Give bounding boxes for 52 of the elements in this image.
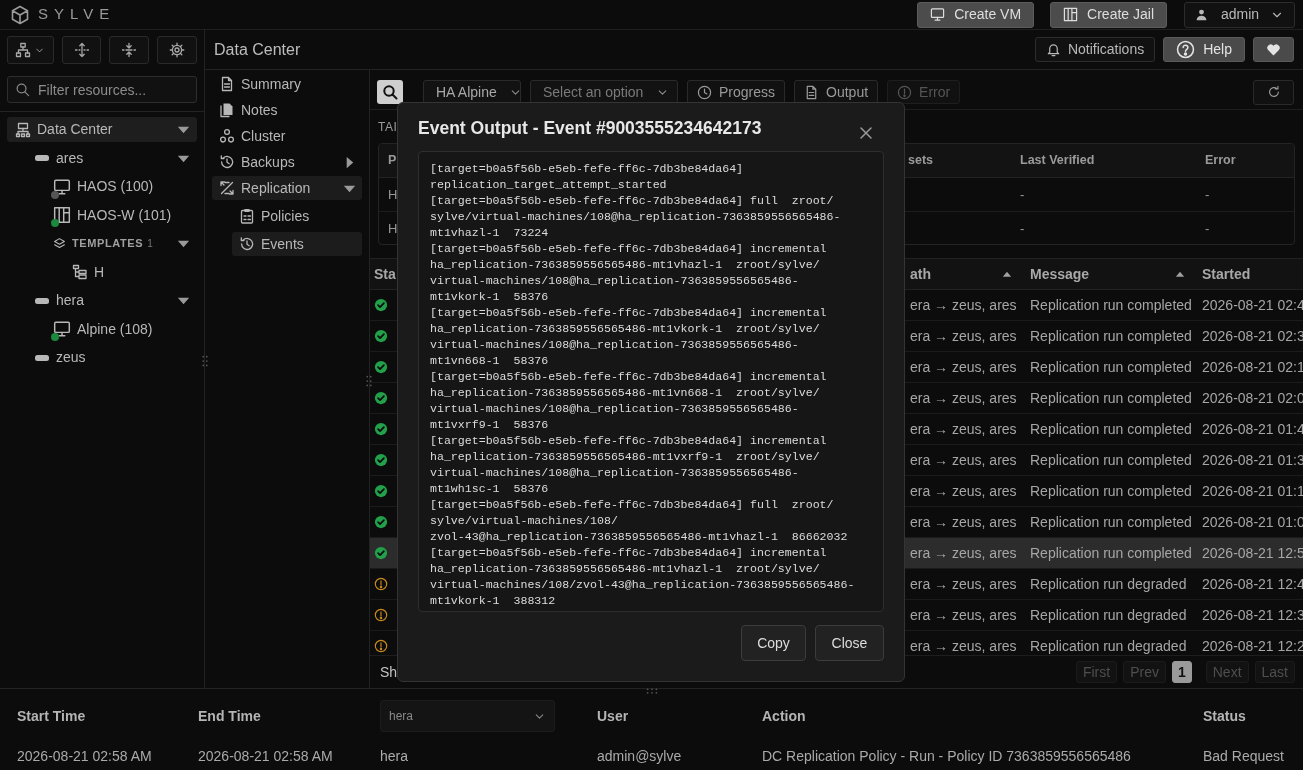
table-cell-text: era → zeus, ares [910, 512, 1017, 532]
column-header: Error [1205, 153, 1236, 168]
modal-title: Event Output - Event #9003555234642173 [418, 117, 762, 140]
table-cell: H [388, 186, 398, 202]
table-cell-text: Replication run completed [1030, 512, 1192, 532]
table-cell-text: era → zeus, ares [910, 388, 1017, 408]
section-label: TAI [378, 120, 398, 134]
table-cell: - [1205, 186, 1210, 202]
table-cell: 2026-08-21 02:58 AM [17, 747, 152, 764]
table-cell-text: Replication run completed [1030, 419, 1192, 439]
table-cell-text: Replication run completed [1030, 326, 1192, 346]
table-cell-text: era → zeus, ares [910, 481, 1017, 501]
table-cell: 2026-08-21 02:58 AM [198, 747, 333, 764]
table-cell-text: era → zeus, ares [910, 419, 1017, 439]
table-cell: admin@sylve [597, 747, 682, 764]
table-cell: DC Replication Policy - Run - Policy ID 7363859556565486 [762, 747, 1131, 764]
table-cell-text: era → zeus, ares [910, 543, 1017, 563]
column-header: P [388, 153, 397, 168]
table-cell: H [388, 220, 398, 236]
table-cell: - [1020, 220, 1025, 236]
column-header: User [597, 707, 629, 724]
table-cell: hera [380, 747, 409, 764]
table-cell-text: Replication run degraded [1030, 636, 1187, 655]
table-cell-text: era → zeus, ares [910, 450, 1017, 470]
table-cell-text: era → zeus, ares [910, 357, 1017, 377]
column-header: sets [908, 153, 934, 168]
brand-name: SYLVE [38, 4, 116, 25]
table-cell-text: era → zeus, ares [910, 326, 1017, 346]
table-cell: Bad Request [1203, 747, 1284, 764]
column-header: Last Verified [1020, 153, 1095, 168]
column-header: Status [1203, 707, 1246, 724]
table-cell-text: era → zeus, ares [910, 295, 1017, 315]
item-count: 1 [147, 237, 153, 251]
table-cell-text: Replication run completed [1030, 481, 1192, 501]
table-cell-text: Replication run completed [1030, 450, 1192, 470]
table-cell-text: Replication run completed [1030, 295, 1192, 315]
column-header: Action [762, 707, 806, 724]
table-cell: - [1020, 186, 1025, 202]
table-cell-text: Replication run completed [1030, 543, 1192, 563]
output-log: [target=b0a5f56b-e5eb-fefe-ff6c-7db3be84da64] replication_target_attempt_started [target=b0a5f56b-e5eb-fefe-ff6c-7db3be84da64] full zroot/ sylve/virtual-machines/108@ha_replication-7363859556565486- mt1vhazl-1 73224 [target=b0a5f56b-e5eb-fefe-ff6c-7db3be84da64] incremental ha_replication-7363859556565486-mt1vhazl-1 zroot/sylve/ virtual-machines/108@ha_replication-7363859556565486- mt1vkork-1 58376 [target=b0a5f56b-e5eb-fefe-ff6c-7db3be84da64] incremental ha_replication-7363859556565486-mt1vkork-1 zroot/sylve/ virtual-machines/108@ha_replication-7363859556565486- mt1vn668-1 58376 [target=b0a5f56b-e5eb-fefe-ff6c-7db3be84da64] incremental ha_replication-7363859556565486-mt1vn668-1 zroot/sylve/ virtual-machines/108@ha_replication-7363859556565486- mt1vxrf9-1 58376 [target=b0a5f56b-e5eb-fefe-ff6c-7db3be84da64] incremental ha_replication-7363859556565486-mt1vxrf9-1 zroot/sylve/ virtual-machines/108@ha_replication-7363859556565486- mt1wh1sc-1 58376 [target=b0a5f56b-e5eb-fefe-ff6c-7db3be84da64] full zroot/ sylve/virtual-machines/108/ zvol-43@ha_replication-7363859556565486-mt1vhazl-1 86662032 [target=b0a5f56b-e5eb-fefe-ff6c-7db3be84da64] incremental ha_replication-7363859556565486-mt1vhazl-1 zroot/sylve/ virtual-machines/108/zvol-43@ha_replication-7363859556565486- mt1vkork-1 388312 [418, 151, 884, 612]
column-header: Start Time [17, 707, 86, 724]
page-title: Data Center [214, 39, 301, 60]
table-cell-text: Replication run completed [1030, 357, 1192, 377]
table-cell-text: era → zeus, ares [910, 574, 1017, 594]
results-summary: Sh [380, 662, 398, 682]
table-cell-text: Replication run degraded [1030, 574, 1187, 594]
table-cell-text: Replication run degraded [1030, 605, 1187, 625]
table-cell: - [1205, 220, 1210, 236]
table-cell-text: era → zeus, ares [910, 636, 1017, 655]
table-cell-text: Replication run completed [1030, 388, 1192, 408]
table-cell-text: era → zeus, ares [910, 605, 1017, 625]
column-header: End Time [198, 707, 261, 724]
